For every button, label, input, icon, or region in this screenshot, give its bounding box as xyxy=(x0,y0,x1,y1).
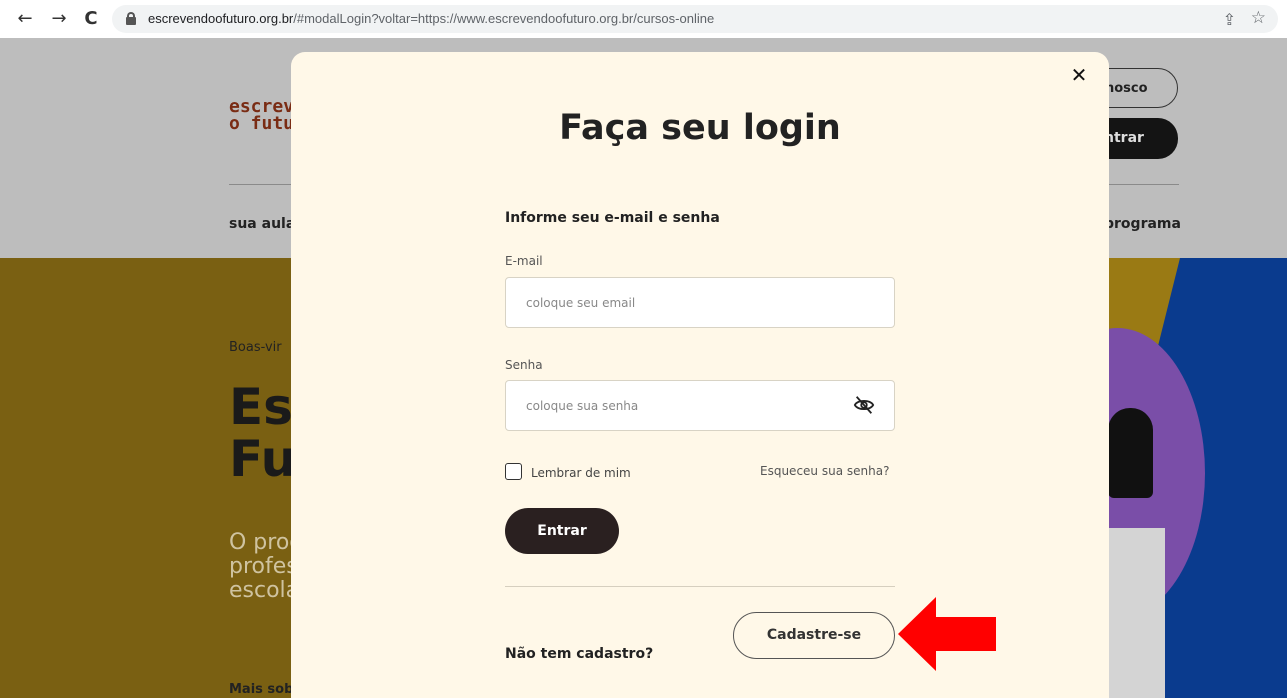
url-host: escrevendoofuturo.org.br xyxy=(148,11,294,26)
bookmark-star-icon[interactable]: ☆ xyxy=(1251,8,1266,28)
hero-welcome: Boas-vir xyxy=(229,340,282,355)
back-icon[interactable]: ← xyxy=(14,8,36,30)
login-subtitle: Informe seu e-mail e senha xyxy=(505,210,720,226)
password-label: Senha xyxy=(505,358,543,372)
url-path: /#modalLogin?voltar=https://www.escreven… xyxy=(293,11,715,26)
modal-title: Faça seu login xyxy=(559,108,841,148)
remember-me-checkbox[interactable] xyxy=(505,463,522,480)
site-logo: escrev o futu xyxy=(229,98,295,134)
forward-icon[interactable]: → xyxy=(48,8,70,30)
email-field[interactable] xyxy=(505,277,895,328)
share-icon[interactable]: ⇪ xyxy=(1223,10,1236,29)
email-label: E-mail xyxy=(505,254,543,268)
login-button[interactable]: Entrar xyxy=(505,508,619,554)
eye-off-icon[interactable] xyxy=(853,394,875,416)
red-arrow-icon xyxy=(898,597,996,671)
illustration-head xyxy=(1108,408,1153,498)
hero-title: Es Fu xyxy=(229,381,296,485)
lock-icon xyxy=(126,12,136,25)
modal-divider xyxy=(505,586,895,587)
illustration-body xyxy=(1105,528,1165,698)
reload-icon[interactable]: C xyxy=(80,8,102,30)
password-field[interactable] xyxy=(505,380,895,431)
address-bar[interactable]: escrevendoofuturo.org.br/#modalLogin?vol… xyxy=(112,5,1278,33)
close-icon[interactable]: ✕ xyxy=(1068,64,1090,86)
hero-title-line-2: Fu xyxy=(229,430,297,488)
hero-more-link: Mais sob xyxy=(229,682,294,697)
logo-line-2: o futu xyxy=(229,113,295,134)
nav-item-programa: programa xyxy=(1104,216,1181,232)
browser-toolbar: ← → C escrevendoofuturo.org.br/#modalLog… xyxy=(0,0,1287,38)
forgot-password-link[interactable]: Esqueceu sua senha? xyxy=(760,464,889,478)
remember-me-label[interactable]: Lembrar de mim xyxy=(531,466,631,480)
hero-title-line-1: Es xyxy=(229,378,293,436)
nav-item-sua-aula: sua aula xyxy=(229,216,296,232)
no-account-text: Não tem cadastro? xyxy=(505,646,654,662)
url-text: escrevendoofuturo.org.br/#modalLogin?vol… xyxy=(148,11,714,26)
signup-button[interactable]: Cadastre-se xyxy=(733,612,895,659)
